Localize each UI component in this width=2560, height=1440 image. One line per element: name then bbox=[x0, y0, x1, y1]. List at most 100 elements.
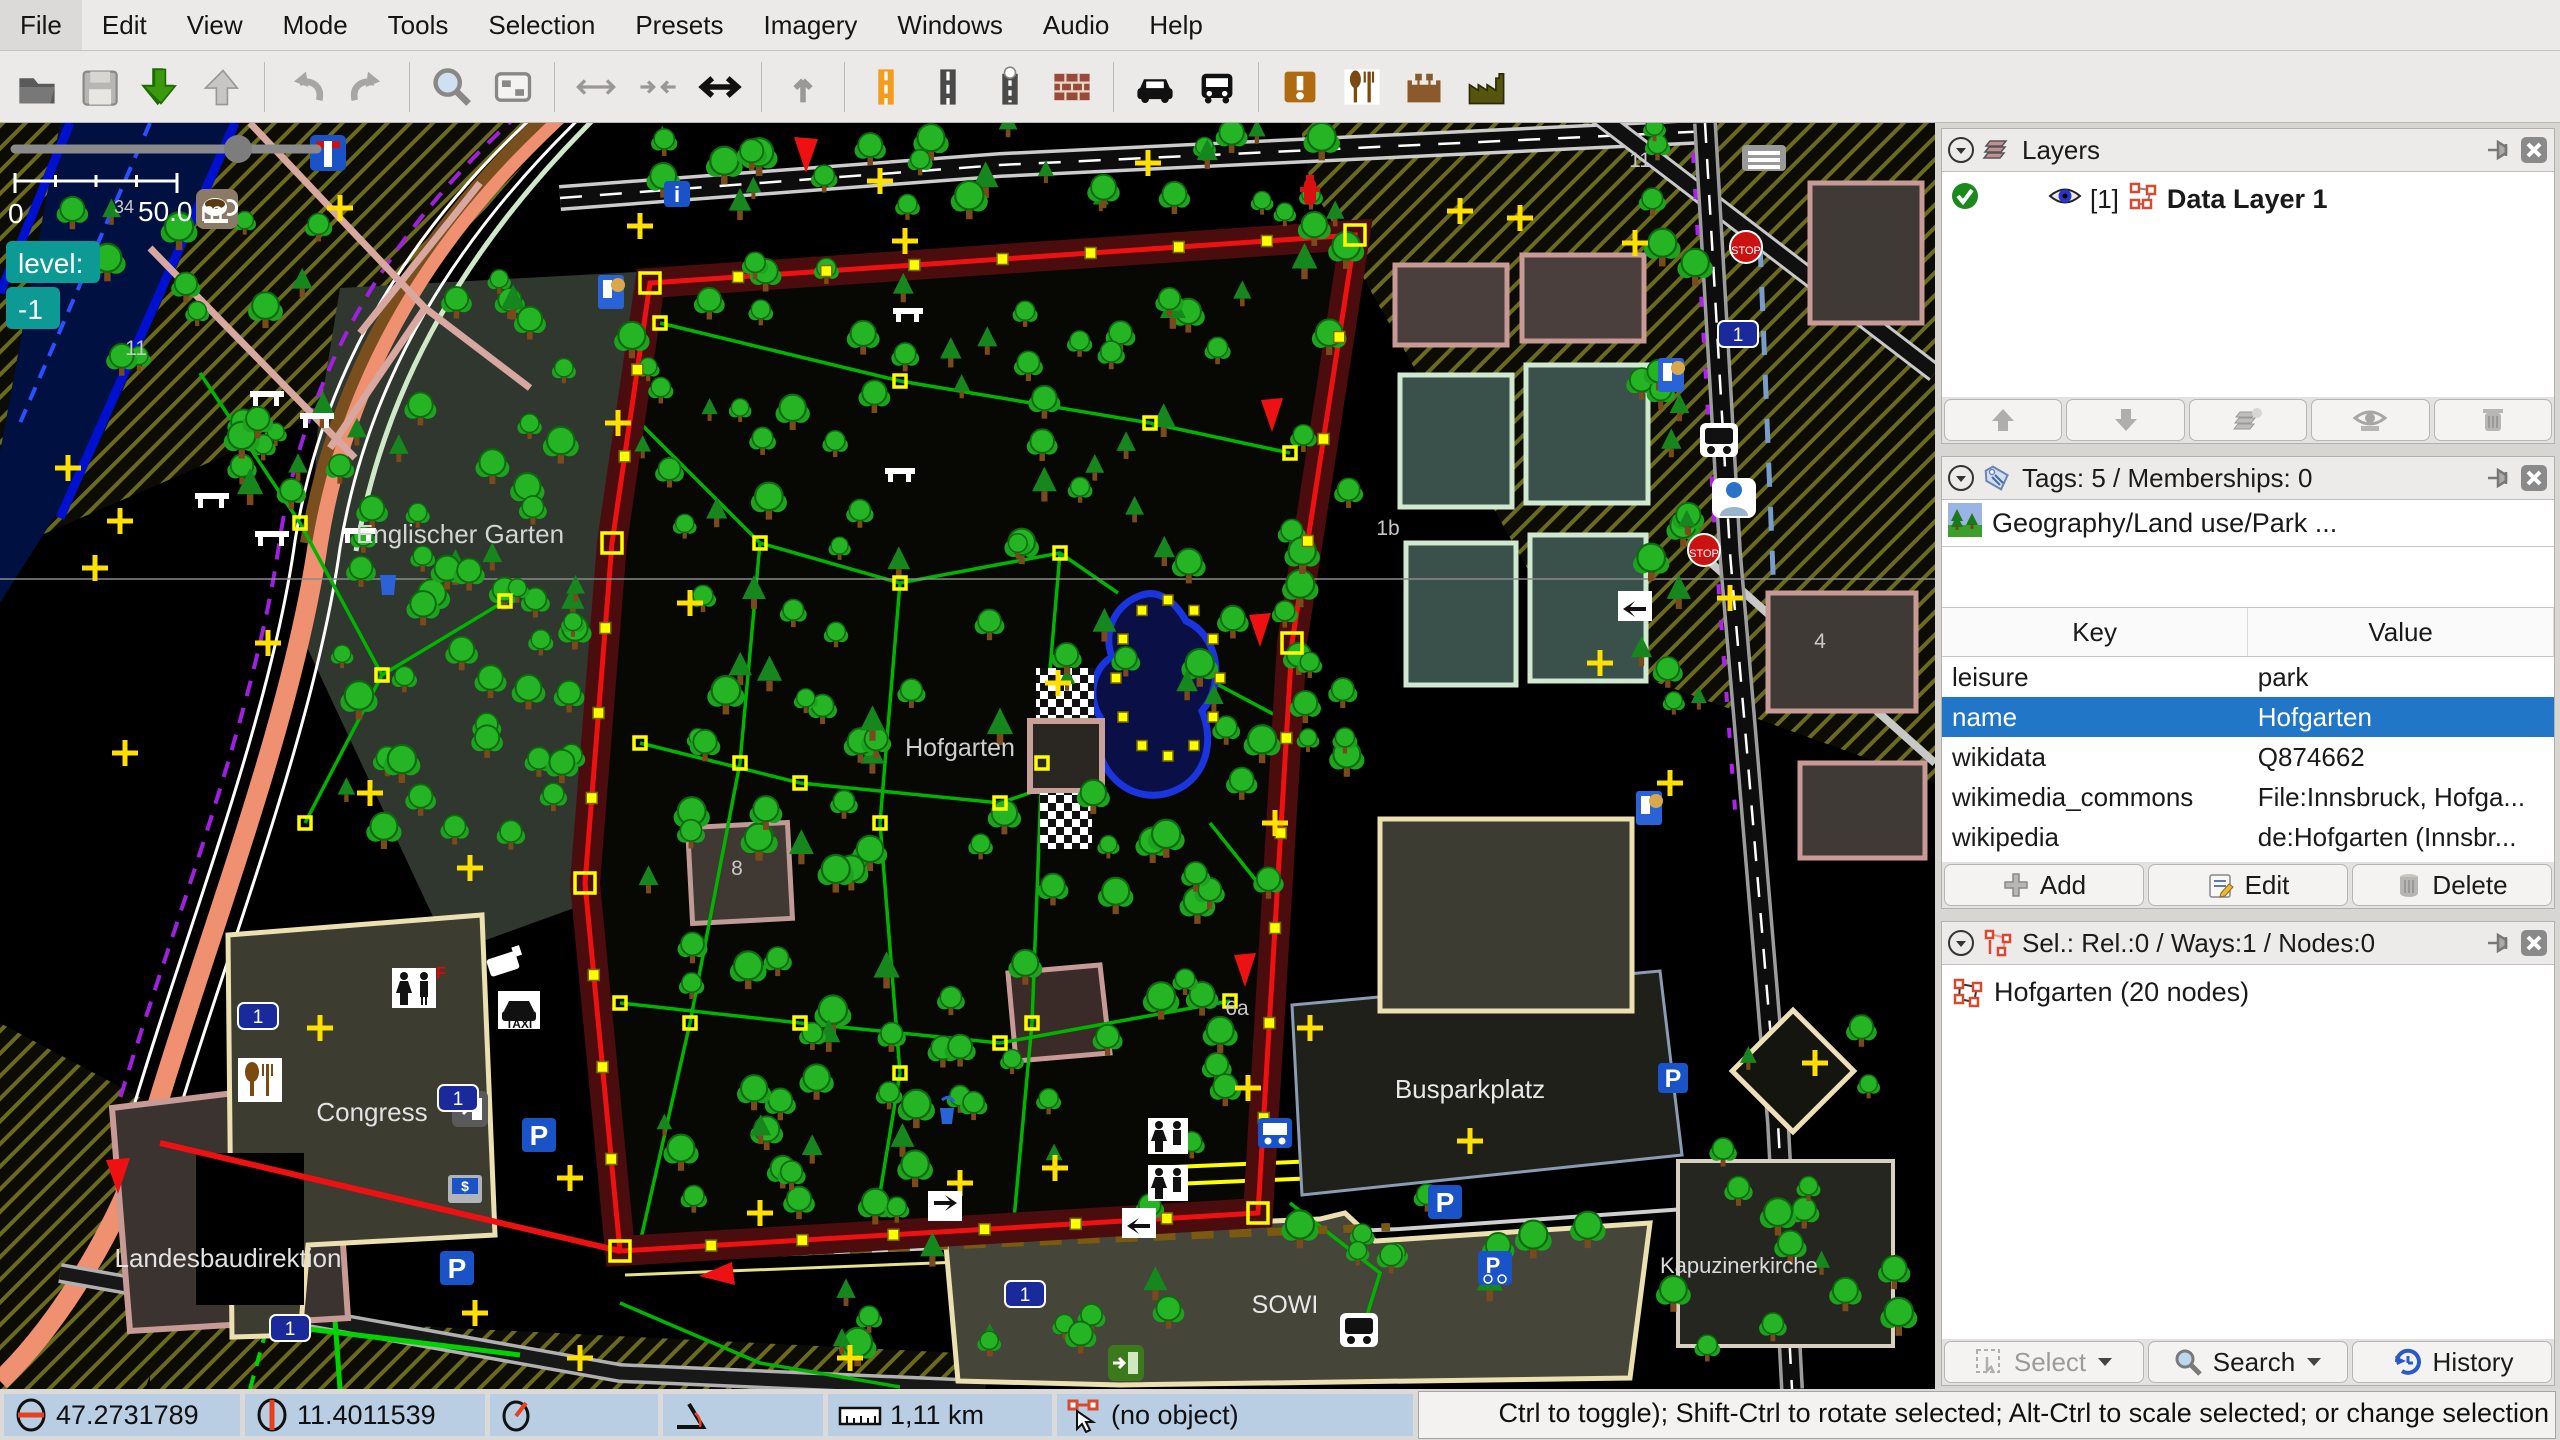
layer-visibility-button[interactable] bbox=[2311, 399, 2429, 441]
undo-button[interactable] bbox=[277, 58, 335, 116]
zoom-mode-button[interactable] bbox=[422, 58, 480, 116]
tag-value[interactable]: de:Hofgarten (Innsbr... bbox=[2248, 817, 2554, 857]
powerplant-preset-button[interactable] bbox=[1457, 58, 1515, 116]
pin-icon[interactable] bbox=[2486, 929, 2514, 957]
history-button[interactable]: History bbox=[2352, 1341, 2552, 1383]
menu-tools[interactable]: Tools bbox=[368, 0, 469, 50]
open-folder-button[interactable] bbox=[8, 58, 66, 116]
car-preset-button[interactable] bbox=[1126, 58, 1184, 116]
tag-row[interactable]: wikimedia_commonsFile:Innsbruck, Hofga..… bbox=[1942, 777, 2554, 817]
way-node[interactable] bbox=[1302, 536, 1313, 547]
edit-tag-button[interactable]: Edit bbox=[2148, 864, 2348, 906]
tag-value[interactable]: park bbox=[2248, 657, 2554, 698]
way-node[interactable] bbox=[588, 970, 599, 981]
way-node[interactable] bbox=[1118, 634, 1128, 644]
selection-panel-header[interactable]: Sel.: Rel.:0 / Ways:1 / Nodes:0 bbox=[1942, 922, 2554, 965]
close-icon[interactable] bbox=[2520, 136, 2548, 164]
way-node[interactable] bbox=[997, 254, 1008, 265]
layer-duplicate-button[interactable] bbox=[2189, 399, 2307, 441]
close-icon[interactable] bbox=[2520, 464, 2548, 492]
way-node[interactable] bbox=[606, 1154, 617, 1165]
preset-row[interactable]: Geography/Land use/Park ... bbox=[1942, 500, 2554, 547]
tags-column-key[interactable]: Key bbox=[1942, 608, 2248, 657]
tag-key[interactable]: leisure bbox=[1942, 657, 2248, 698]
way-node[interactable] bbox=[1118, 712, 1128, 722]
way-node[interactable] bbox=[1189, 741, 1199, 751]
road-orange-button[interactable] bbox=[857, 58, 915, 116]
way-node[interactable] bbox=[1111, 673, 1121, 683]
select-button[interactable]: Select bbox=[1944, 1341, 2144, 1383]
tag-row[interactable]: wikipediade:Hofgarten (Innsbr... bbox=[1942, 817, 2554, 857]
way-node[interactable] bbox=[593, 708, 604, 719]
way-node[interactable] bbox=[821, 266, 832, 277]
restaurant-preset-button[interactable] bbox=[1333, 58, 1391, 116]
layer-move-up-button[interactable] bbox=[1944, 399, 2062, 441]
tag-value[interactable]: File:Innsbruck, Hofga... bbox=[2248, 777, 2554, 817]
layer-delete-button[interactable] bbox=[2434, 399, 2552, 441]
tag-value[interactable]: Q874662 bbox=[2248, 737, 2554, 777]
collapse-icon[interactable] bbox=[1948, 137, 1974, 163]
way-node[interactable] bbox=[632, 364, 643, 375]
tag-key[interactable]: wikipedia bbox=[1942, 817, 2248, 857]
tags-column-value[interactable]: Value bbox=[2248, 608, 2554, 657]
way-node[interactable] bbox=[1261, 236, 1272, 247]
pin-icon[interactable] bbox=[2486, 464, 2514, 492]
way-node[interactable] bbox=[1270, 923, 1281, 934]
tag-row[interactable]: wikidataQ874662 bbox=[1942, 737, 2554, 777]
menu-presets[interactable]: Presets bbox=[615, 0, 743, 50]
way-node[interactable] bbox=[1189, 605, 1199, 615]
way-node[interactable] bbox=[888, 1229, 899, 1240]
way-node[interactable] bbox=[1264, 1018, 1275, 1029]
menu-view[interactable]: View bbox=[167, 0, 263, 50]
menu-help[interactable]: Help bbox=[1129, 0, 1222, 50]
way-node[interactable] bbox=[1137, 605, 1147, 615]
menu-file[interactable]: File bbox=[0, 0, 82, 50]
upload-data-button[interactable] bbox=[194, 58, 252, 116]
way-node[interactable] bbox=[586, 793, 597, 804]
way-node[interactable] bbox=[1334, 332, 1345, 343]
way-node[interactable] bbox=[597, 1062, 608, 1073]
pin-icon[interactable] bbox=[2486, 136, 2514, 164]
download-data-button[interactable] bbox=[132, 58, 190, 116]
way-node[interactable] bbox=[1163, 595, 1173, 605]
way-node[interactable] bbox=[1208, 712, 1218, 722]
tag-key[interactable]: wikimedia_commons bbox=[1942, 777, 2248, 817]
way-node[interactable] bbox=[909, 260, 920, 271]
layer-move-down-button[interactable] bbox=[2066, 399, 2184, 441]
way-node[interactable] bbox=[1215, 673, 1225, 683]
redo-button[interactable] bbox=[339, 58, 397, 116]
tags-panel-header[interactable]: Tags: 5 / Memberships: 0 bbox=[1942, 457, 2554, 500]
search-button[interactable]: Search bbox=[2148, 1341, 2348, 1383]
way-node[interactable] bbox=[619, 451, 630, 462]
menu-selection[interactable]: Selection bbox=[468, 0, 615, 50]
menu-imagery[interactable]: Imagery bbox=[743, 0, 877, 50]
way-node[interactable] bbox=[979, 1224, 990, 1235]
menu-audio[interactable]: Audio bbox=[1023, 0, 1130, 50]
way-node[interactable] bbox=[1085, 248, 1096, 259]
way-node[interactable] bbox=[1173, 242, 1184, 253]
way-node[interactable] bbox=[600, 623, 611, 634]
delete-tag-button[interactable]: Delete bbox=[2352, 864, 2552, 906]
menu-mode[interactable]: Mode bbox=[263, 0, 368, 50]
layer-row[interactable]: [1] Data Layer 1 bbox=[1942, 172, 2554, 226]
way-node[interactable] bbox=[1281, 733, 1292, 744]
way-node[interactable] bbox=[733, 272, 744, 283]
tag-key[interactable]: name bbox=[1942, 697, 2248, 737]
road-residential-button[interactable] bbox=[919, 58, 977, 116]
castle-preset-button[interactable] bbox=[1395, 58, 1453, 116]
bus-preset-button[interactable] bbox=[1188, 58, 1246, 116]
tag-key[interactable]: wikidata bbox=[1942, 737, 2248, 777]
tag-row[interactable]: leisurepark bbox=[1942, 657, 2554, 698]
way-node[interactable] bbox=[797, 1235, 808, 1246]
way-node[interactable] bbox=[1161, 1213, 1172, 1224]
way-node[interactable] bbox=[706, 1240, 717, 1251]
map-canvas[interactable]: i bbox=[0, 123, 1935, 1389]
follow-line-button[interactable] bbox=[774, 58, 832, 116]
layer-active-check-icon[interactable] bbox=[1950, 181, 1980, 218]
preferences-button[interactable] bbox=[484, 58, 542, 116]
collapse-icon[interactable] bbox=[1948, 930, 1974, 956]
selection-list-item[interactable]: Hofgarten (20 nodes) bbox=[1942, 965, 2554, 1019]
membership-area[interactable] bbox=[1942, 547, 2554, 608]
way-node[interactable] bbox=[1163, 751, 1173, 761]
layer-visibility-eye-icon[interactable] bbox=[2048, 183, 2082, 216]
